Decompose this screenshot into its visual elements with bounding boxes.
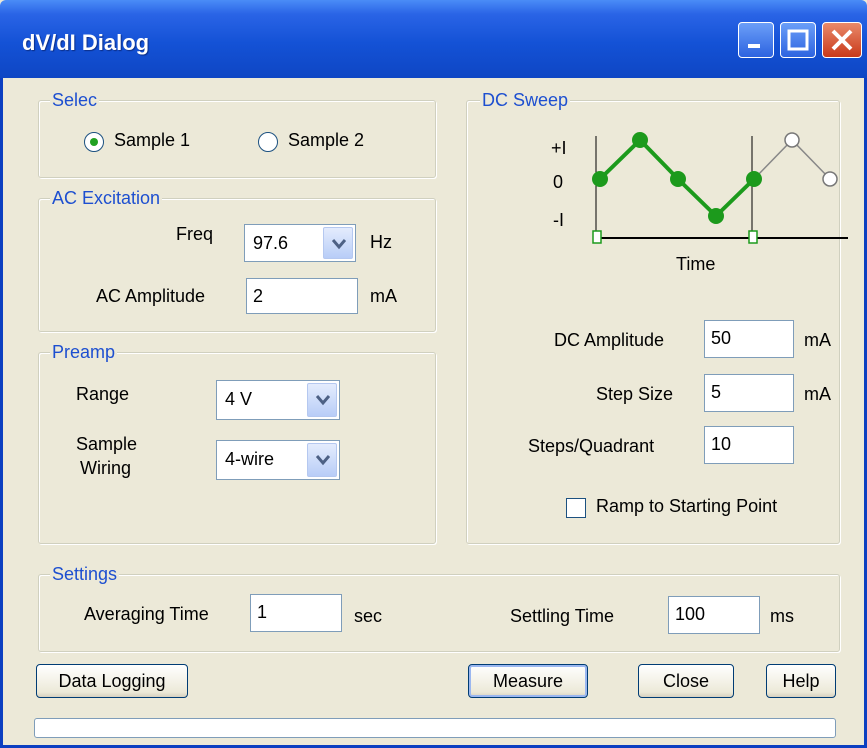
dialog-window: dV/dI Dialog Selec Sample 1 Sample 2 AC … [0, 0, 867, 748]
steps-per-quadrant-input[interactable]: 10 [704, 426, 794, 464]
range-dropdown-button[interactable] [307, 383, 337, 417]
ramp-label[interactable]: Ramp to Starting Point [596, 496, 777, 517]
preamp-label: Preamp [50, 342, 118, 363]
wiring-value: 4-wire [225, 449, 275, 469]
sweep-point [670, 171, 686, 187]
averaging-time-label: Averaging Time [84, 604, 209, 624]
maximize-icon [787, 29, 809, 51]
measure-button[interactable]: Measure [468, 664, 588, 698]
close-button[interactable]: Close [638, 664, 734, 698]
window-title: dV/dI Dialog [22, 30, 150, 55]
sweep-point [632, 132, 648, 148]
settling-time-input[interactable]: 100 [668, 596, 760, 634]
status-progress-bar [34, 718, 836, 738]
minimize-icon [748, 44, 760, 48]
minimize-button[interactable] [738, 22, 774, 58]
chevron-down-icon [316, 395, 330, 406]
steps-per-quadrant-label: Steps/Quadrant [528, 436, 655, 456]
dc-amplitude-input[interactable]: 50 [704, 320, 794, 358]
sample2-label[interactable]: Sample 2 [288, 130, 364, 151]
freq-unit: Hz [370, 232, 392, 252]
wiring-select[interactable]: 4-wire [216, 440, 340, 480]
range-select[interactable]: 4 V [216, 380, 340, 420]
radio-selected-dot [90, 138, 98, 146]
freq-value: 97.6 [253, 233, 289, 253]
step-size-unit: mA [804, 384, 831, 404]
freq-label: Freq [176, 224, 214, 244]
dc-amplitude-unit: mA [804, 330, 831, 350]
freq-dropdown-button[interactable] [323, 227, 353, 259]
y-zero-label: 0 [553, 172, 564, 192]
maximize-button[interactable] [780, 22, 816, 58]
ramp-checkbox[interactable] [566, 498, 586, 518]
start-marker [592, 230, 602, 244]
sweep-point-open [822, 171, 838, 187]
chevron-down-icon [332, 239, 346, 250]
time-axis-label: Time [676, 254, 716, 274]
settling-time-unit: ms [770, 606, 794, 626]
ac-amplitude-label: AC Amplitude [96, 286, 206, 306]
close-window-button[interactable] [822, 22, 862, 58]
dc-sweep-label: DC Sweep [480, 90, 571, 111]
sample1-label[interactable]: Sample 1 [114, 130, 190, 151]
sweep-point [746, 171, 762, 187]
step-size-input[interactable]: 5 [704, 374, 794, 412]
range-label: Range [76, 384, 130, 404]
ac-amplitude-input[interactable]: 2 [246, 278, 358, 314]
sample2-radio[interactable] [258, 132, 278, 152]
sweep-point [592, 171, 608, 187]
ac-amplitude-unit: mA [370, 286, 397, 306]
averaging-time-unit: sec [354, 606, 383, 626]
y-minus-label: -I [553, 210, 564, 230]
data-logging-button[interactable]: Data Logging [36, 664, 188, 698]
step-size-label: Step Size [596, 384, 674, 404]
wiring-dropdown-button[interactable] [307, 443, 337, 477]
sample1-radio[interactable] [84, 132, 104, 152]
y-plus-label: +I [551, 138, 567, 158]
sample-wiring-label-line1: Sample [76, 434, 138, 454]
ac-excitation-label: AC Excitation [50, 188, 163, 209]
averaging-time-input[interactable]: 1 [250, 594, 342, 632]
sweep-point [708, 208, 724, 224]
sweep-point-open [784, 132, 800, 148]
close-icon [831, 29, 853, 51]
ac-excitation-group [38, 198, 436, 332]
freq-select[interactable]: 97.6 [244, 224, 356, 262]
dc-amplitude-label: DC Amplitude [554, 330, 665, 350]
sample-wiring-label-line2: Wiring [80, 458, 132, 478]
period-marker [748, 230, 758, 244]
settings-label: Settings [50, 564, 120, 585]
chevron-down-icon [316, 455, 330, 466]
help-button[interactable]: Help [766, 664, 836, 698]
title-bar[interactable]: dV/dI Dialog [0, 0, 867, 78]
settling-time-label: Settling Time [510, 606, 615, 626]
range-value: 4 V [225, 389, 253, 409]
select-group-label: Selec [50, 90, 100, 111]
